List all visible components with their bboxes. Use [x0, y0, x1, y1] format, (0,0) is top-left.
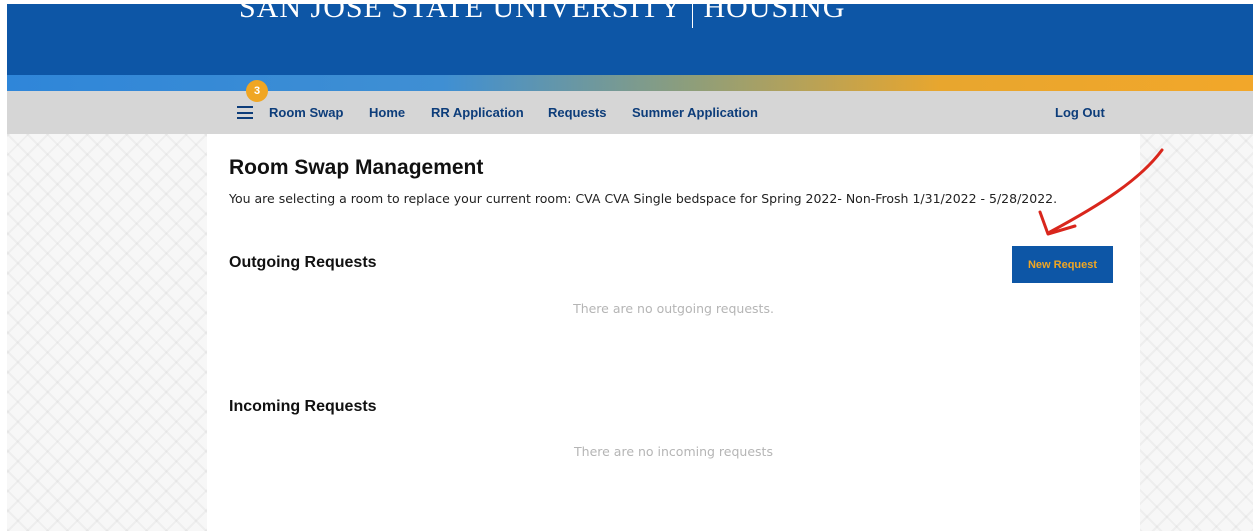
brand-university: SAN JOSE STATE UNIVERSITY [239, 4, 683, 24]
site-header: SAN JOSE STATE UNIVERSITY HOUSING [7, 4, 1253, 75]
incoming-empty-message: There are no incoming requests [574, 444, 773, 459]
logout-link[interactable]: Log Out [1055, 105, 1105, 120]
outgoing-empty-message: There are no outgoing requests. [573, 301, 774, 316]
incoming-requests-title: Incoming Requests [229, 398, 377, 415]
nav-summer-application[interactable]: Summer Application [632, 105, 758, 120]
nav-room-swap[interactable]: Room Swap [269, 105, 343, 120]
brand-housing: HOUSING [703, 4, 846, 24]
new-request-button[interactable]: New Request [1012, 246, 1113, 283]
brand-divider [692, 4, 694, 28]
brand-logo[interactable]: SAN JOSE STATE UNIVERSITY HOUSING [239, 4, 845, 28]
page-title: Room Swap Management [229, 156, 484, 179]
nav-requests[interactable]: Requests [548, 105, 607, 120]
gradient-accent-bar [7, 75, 1253, 91]
nav-rr-application[interactable]: RR Application [431, 105, 524, 120]
hamburger-menu-icon[interactable] [237, 106, 253, 119]
background-pattern-left [7, 134, 207, 531]
notification-badge: 3 [246, 80, 268, 102]
background-pattern-right [1140, 134, 1253, 531]
outgoing-requests-title: Outgoing Requests [229, 254, 377, 271]
current-room-description: You are selecting a room to replace your… [229, 191, 1058, 206]
main-nav: Room Swap Home RR Application Requests S… [7, 91, 1253, 134]
nav-home[interactable]: Home [369, 105, 405, 120]
